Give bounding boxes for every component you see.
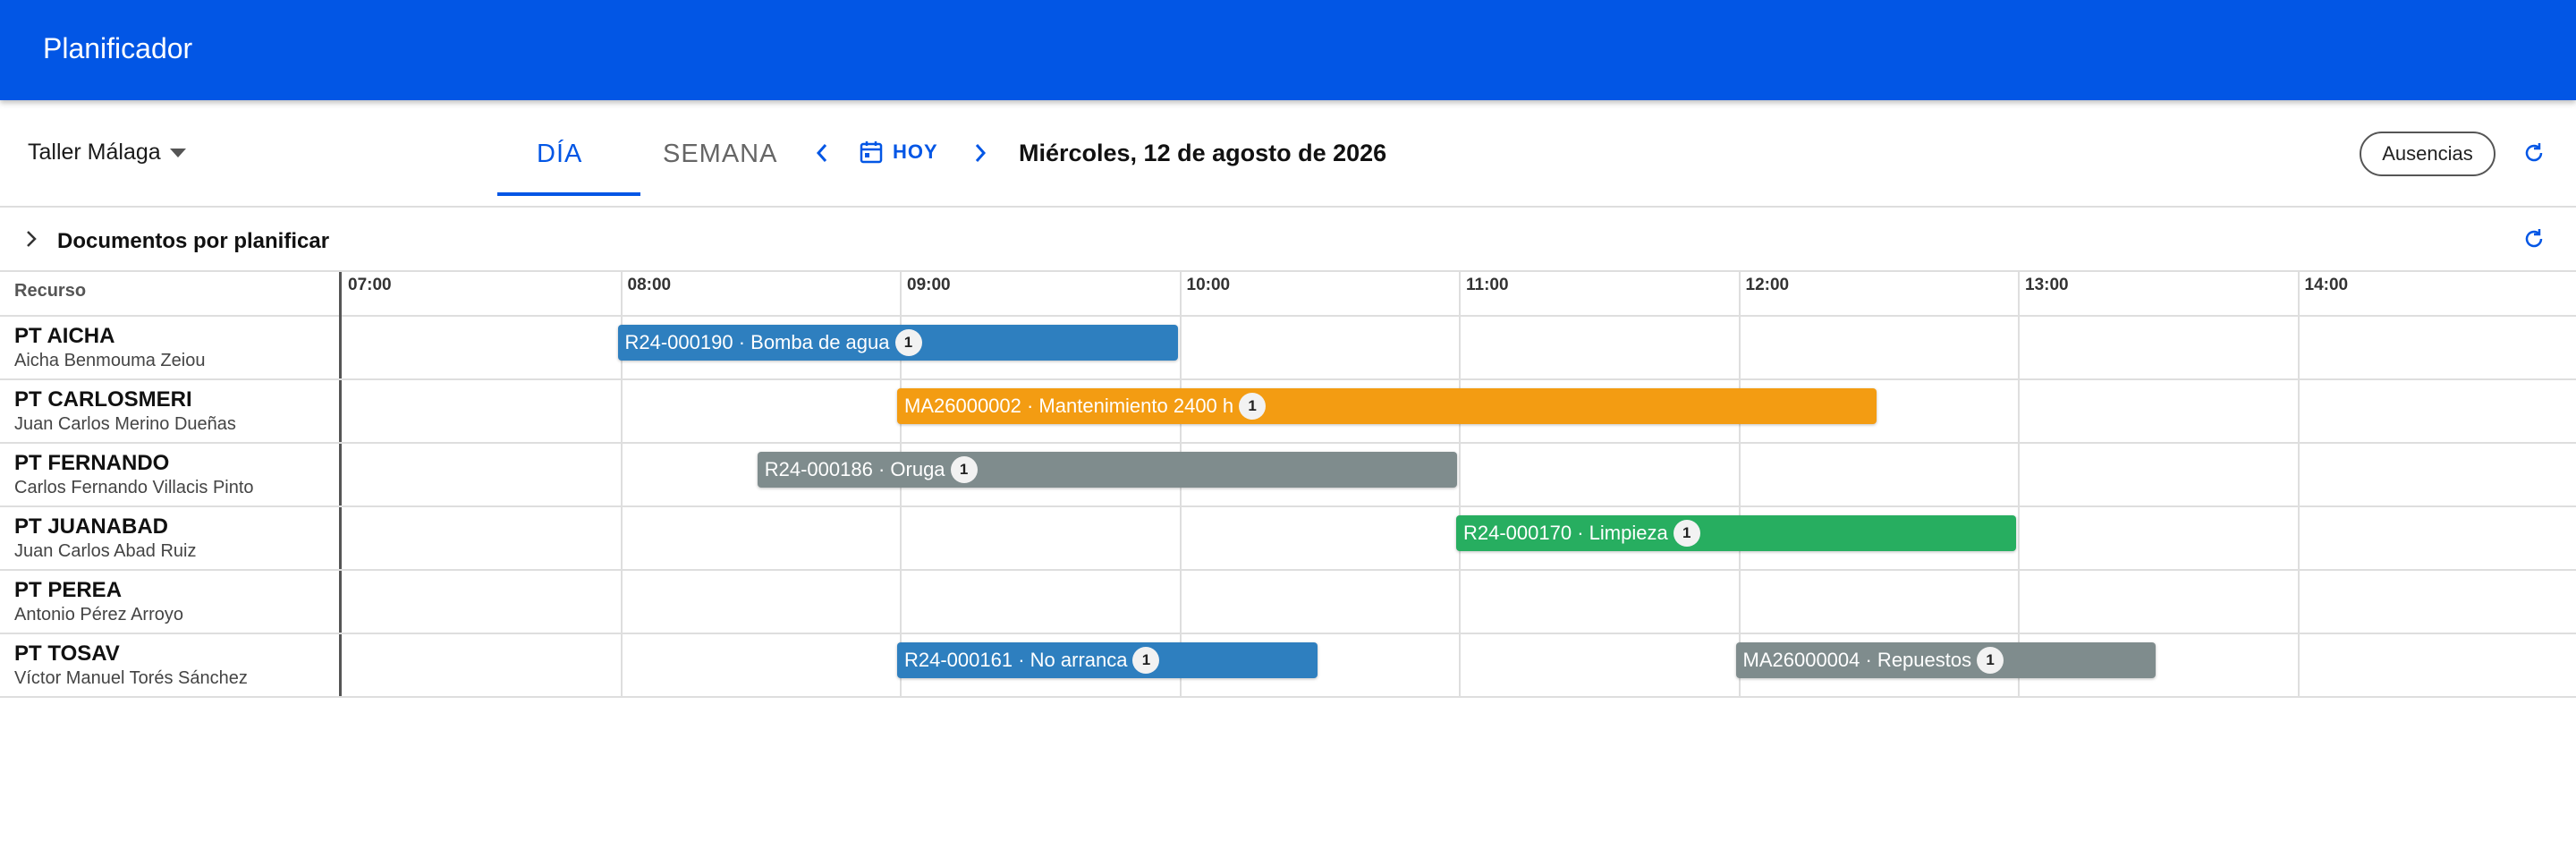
chevron-left-icon (816, 144, 827, 162)
today-button[interactable]: HOY (859, 140, 938, 165)
task-label: R24-000190 · Bomba de agua (624, 331, 890, 353)
unplanned-documents-section: Documentos por planificar (0, 208, 2576, 272)
schedule-grid: Recurso 07:00 08:00 09:00 10:00 11:00 12:00 13… (0, 272, 2576, 699)
refresh-documents-button[interactable] (2519, 224, 2549, 254)
timeline-header: Recurso 07:00 08:00 09:00 10:00 11:00 12:00 13… (0, 272, 2576, 317)
resource-name: Juan Carlos Abad Ruiz (14, 541, 197, 561)
active-tab-indicator (497, 192, 640, 196)
tab-week[interactable]: SEMANA (663, 140, 777, 169)
task-count-badge: 1 (1977, 647, 2004, 674)
hour-label: 13:00 (2025, 276, 2069, 294)
caret-down-icon (169, 148, 186, 157)
hour-label: 11:00 (1466, 276, 1509, 294)
expand-documents-button[interactable] (18, 225, 45, 252)
task-count-badge: 1 (1239, 393, 1267, 420)
resource-code: PT AICHA (14, 324, 115, 348)
task-count-badge: 1 (1132, 647, 1160, 674)
hour-label: 10:00 (1186, 276, 1231, 294)
tab-day[interactable]: DÍA (537, 140, 582, 169)
calendar-icon (860, 141, 883, 164)
previous-day-button[interactable] (809, 138, 835, 168)
app-title: Planificador (43, 32, 193, 64)
workshop-select[interactable]: Taller Málaga (28, 140, 186, 166)
hour-label: 08:00 (627, 276, 672, 294)
resource-code: PT CARLOSMERI (14, 387, 192, 412)
task-bar[interactable]: MA26000002 · Mantenimiento 2400 h1 (897, 388, 1877, 424)
resource-code: PT FERNANDO (14, 451, 170, 475)
task-bar[interactable]: R24-000190 · Bomba de agua 1 (617, 325, 1178, 361)
task-count-badge: 1 (894, 329, 922, 356)
hour-label: 09:00 (907, 276, 951, 294)
resource-name: Carlos Fernando Villacis Pinto (14, 478, 254, 497)
workshop-select-value: Taller Málaga (28, 140, 161, 165)
refresh-icon (2525, 229, 2543, 248)
task-label: MA26000004 · Repuestos (1742, 649, 1972, 671)
task-count-badge: 1 (950, 456, 978, 483)
task-label: MA26000002 · Mantenimiento 2400 h (904, 395, 1234, 417)
next-day-button[interactable] (967, 138, 994, 168)
resource-row: PT PEREA Antonio Pérez Arroyo (0, 571, 2576, 634)
today-label: HOY (893, 140, 938, 163)
task-bar[interactable]: R24-000161 · No arranca 1 (897, 642, 1318, 678)
chevron-right-icon (27, 231, 37, 247)
refresh-icon (2525, 143, 2543, 162)
task-bar[interactable]: R24-000186 · Oruga 1 (757, 452, 1457, 488)
refresh-planner-button[interactable] (2519, 138, 2549, 168)
resource-code: PT TOSAV (14, 641, 120, 666)
hour-label: 12:00 (1745, 276, 1790, 294)
task-label: R24-000170 · Limpieza (1463, 522, 1668, 544)
task-bar[interactable]: R24-000170 · Limpieza 1 (1456, 515, 2016, 551)
task-count-badge: 1 (1673, 520, 1700, 547)
task-label: R24-000186 · Oruga (764, 458, 945, 480)
app-bar: Planificador (0, 0, 2576, 100)
resource-row: PT AICHA Aicha Benmouma Zeiou (0, 317, 2576, 380)
hour-label: 07:00 (348, 276, 392, 294)
unplanned-documents-title: Documentos por planificar (57, 229, 330, 253)
resource-row: PT JUANABAD Juan Carlos Abad Ruiz (0, 507, 2576, 571)
resource-code: PT PEREA (14, 578, 123, 602)
task-label: R24-000161 · No arranca (904, 649, 1128, 671)
current-date: Miércoles, 12 de agosto de 2026 (1019, 140, 1387, 166)
resource-name: Antonio Pérez Arroyo (14, 605, 183, 624)
resource-name: Aicha Benmouma Zeiou (14, 351, 206, 370)
resource-column-header: Recurso (14, 281, 87, 301)
absences-button[interactable]: Ausencias (2360, 132, 2496, 176)
resource-name: Víctor Manuel Torés Sánchez (14, 668, 248, 688)
hour-label: 14:00 (2304, 276, 2349, 294)
resource-code: PT JUANABAD (14, 514, 169, 539)
chevron-right-icon (975, 144, 987, 162)
resource-name: Juan Carlos Merino Dueñas (14, 414, 236, 434)
planner-toolbar: Taller Málaga DÍA SEMANA HOY Miércoles, … (0, 100, 2576, 208)
task-bar[interactable]: MA26000004 · Repuestos 1 (1735, 642, 2157, 678)
